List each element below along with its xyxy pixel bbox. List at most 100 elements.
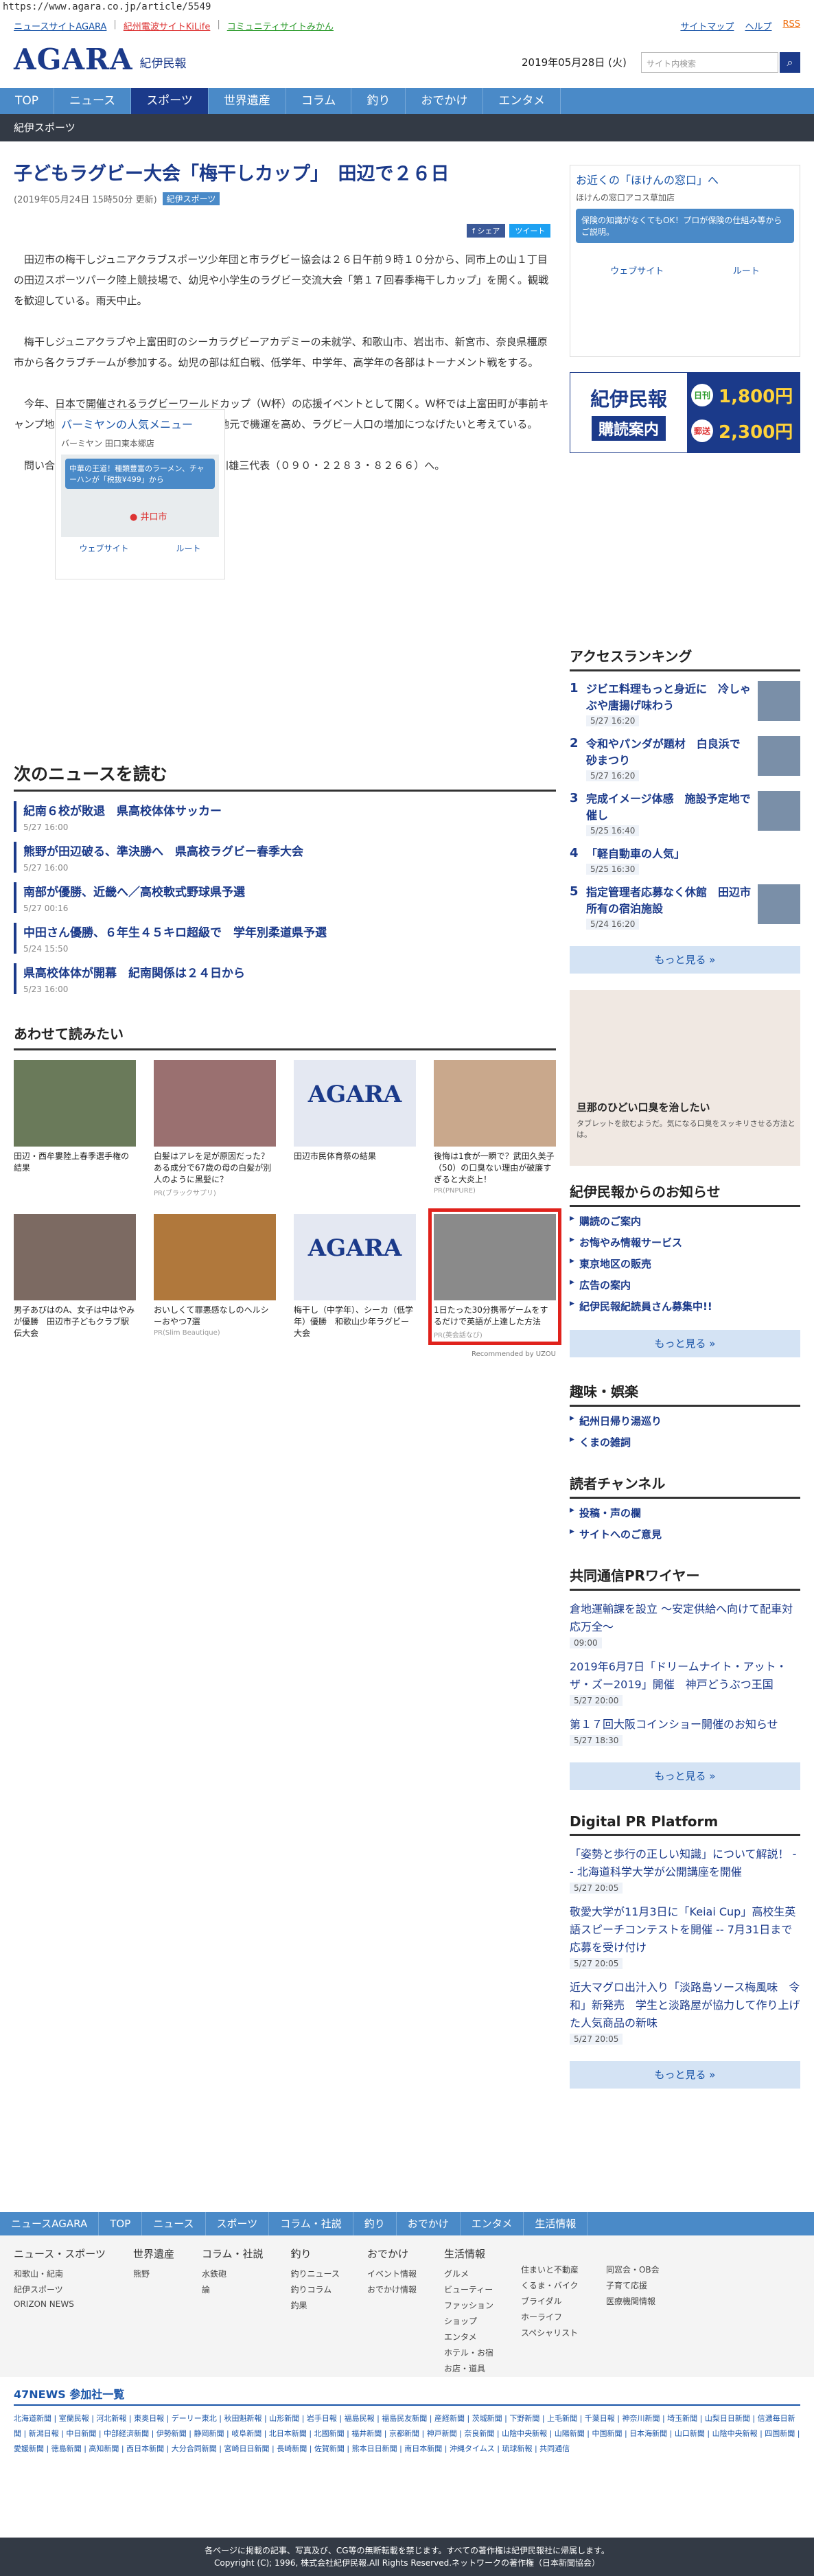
footer-link[interactable]: 医療機関情報 [606,2295,660,2307]
nav-news[interactable]: ニュース [54,88,132,114]
related-card[interactable]: おいしくて罪悪感なしのヘルシーおやつ7選 PR(Slim Beautique) [154,1214,276,1339]
ranking-more-button[interactable]: もっと見る » [570,946,800,974]
ad-hoken[interactable]: お近くの「ほけんの窓口」へ ほけんの窓口アコス草加店 保険の知識がなくてもOK！… [570,165,800,357]
footer-link[interactable]: ファッション [444,2299,493,2311]
prwire-item[interactable]: 倉地運輸課を設立 ～安定供給へ向けて配車対応万全～ 09:00 [570,1600,800,1648]
footer-nav-item[interactable]: おでかけ [397,2212,461,2235]
prwire-more-button[interactable]: もっと見る » [570,1762,800,1790]
reader-link[interactable]: 投稿・声の欄 [570,1506,800,1520]
ranking-item[interactable]: 5 指定管理者応募なく休館 田辺市所有の宿泊施設 5/24 16:20 [570,884,800,930]
subscription-banner[interactable]: 紀伊民報 購読案内 日刊 1,800円 郵送 2,300円 [570,372,800,453]
footer-link[interactable]: ビューティー [444,2284,493,2295]
nav-outing[interactable]: おでかけ [406,88,484,114]
list-item[interactable]: 中田さん優勝、６年生４５キロ超級で 学年別柔道県予選 5/24 15:50 [14,923,556,954]
sitemap-link[interactable]: サイトマップ [680,19,734,32]
47news-papers[interactable]: 北海道新聞 | 室蘭民報 | 河北新報 | 東奥日報 | デーリー東北 | 秋田… [14,2411,800,2457]
footer-nav-item[interactable]: スポーツ [206,2212,270,2235]
twitter-share-button[interactable]: ツイート [509,224,551,238]
related-card[interactable]: 男子あびはのA、女子は中はやみが優勝 田辺市子どもクラブ駅伝大会 [14,1214,136,1339]
footer-link[interactable]: 釣りニュース [291,2268,340,2279]
ranking-item[interactable]: 2 令和やパンダが題材 白良浜で砂まつり 5/27 16:20 [570,736,800,781]
help-link[interactable]: ヘルプ [745,19,771,32]
footer-link[interactable]: ホーライフ [521,2311,579,2323]
ad-route-link[interactable]: ルート [733,264,760,277]
list-item[interactable]: 紀南６校が敗退 県高校体体サッカー 5/27 16:00 [14,801,556,832]
footer-link[interactable]: 同窓会・OB会 [606,2264,660,2275]
search-input[interactable]: サイト内検索 [641,52,778,73]
ranking-item[interactable]: 1 ジビエ料理もっと身近に 冷しゃぶや唐揚げ味わう 5/27 16:20 [570,681,800,726]
ad-route-link[interactable]: ルート [176,542,200,554]
footer-link[interactable]: 論 [202,2284,264,2295]
rss-link[interactable]: RSS [782,19,800,32]
footer-link[interactable]: ブライダル [521,2295,579,2307]
footer-link[interactable]: 釣果 [291,2299,340,2311]
footer-link[interactable]: 子育て応援 [606,2279,660,2291]
sub-nav-item[interactable]: 紀伊スポーツ [0,114,814,141]
hobby-link[interactable]: 紀州日帰り湯巡り [570,1414,800,1428]
toplink-agara[interactable]: ニュースサイトAGARA [14,19,106,32]
dpr-item[interactable]: 近大マグロ出汁入り「淡路島ソース梅風味 令和」新発売 学生と淡路屋が協力して作り… [570,1979,800,2045]
footer-link[interactable]: お店・道具 [444,2362,493,2374]
notice-link[interactable]: 紀伊民報紀読員さん募集中!! [570,1299,800,1313]
footer-nav-item[interactable]: ニュース [142,2212,206,2235]
hobby-link[interactable]: くまの雑詞 [570,1435,800,1449]
nav-entame[interactable]: エンタメ [483,88,561,114]
dpr-more-button[interactable]: もっと見る » [570,2061,800,2089]
search-button[interactable]: ⌕ [780,52,800,73]
footer-link[interactable]: 住まいと不動産 [521,2264,579,2275]
nav-sports[interactable]: スポーツ [131,88,209,114]
list-item[interactable]: 南部が優勝、近畿へ／高校軟式野球県予選 5/27 00:16 [14,882,556,913]
footer-link[interactable]: くるま・バイク [521,2279,579,2291]
prwire-item[interactable]: 第１７回大阪コインショー開催のお知らせ 5/27 18:30 [570,1716,800,1746]
dpr-item[interactable]: 敬愛大学が11月3日に「Keiai Cup」高校生英語スピーチコンテストを開催 … [570,1903,800,1969]
reader-link[interactable]: サイトへのご意見 [570,1527,800,1541]
nav-column[interactable]: コラム [286,88,352,114]
list-item[interactable]: 熊野が田辺破る、準決勝へ 県高校ラグビー春季大会 5/27 16:00 [14,842,556,873]
nav-heritage[interactable]: 世界遺産 [209,88,286,114]
footer-nav-item[interactable]: コラム・社説 [269,2212,353,2235]
footer-link[interactable]: イベント情報 [367,2268,417,2279]
list-item[interactable]: 県高校体体が開幕 紀南関係は２４日から 5/23 16:00 [14,963,556,994]
ad-website-link[interactable]: ウェブサイト [610,264,664,277]
footer-link[interactable]: 和歌山・紀南 [14,2268,106,2279]
prwire-item[interactable]: 2019年6月7日「ドリームナイト・アット・ザ・ズー2019」開催 神戸どうぶつ… [570,1658,800,1706]
footer-link[interactable]: ショップ [444,2315,493,2327]
footer-link[interactable]: ホテル・お宿 [444,2347,493,2358]
notice-link[interactable]: 広告の案内 [570,1278,800,1292]
footer-link[interactable]: グルメ [444,2268,493,2279]
dpr-item[interactable]: 「姿勢と歩行の正しい知識」について解説！ -- 北海道科学大学が公開講座を開催 5… [570,1845,800,1894]
ranking-item[interactable]: 4 「軽自動車の人気」 5/25 16:30 [570,846,800,875]
category-tag[interactable]: 紀伊スポーツ [162,192,220,205]
footer-link[interactable]: おでかけ情報 [367,2284,417,2295]
footer-link[interactable]: 釣りコラム [291,2284,340,2295]
nav-top[interactable]: TOP [0,88,55,114]
notice-link[interactable]: 東京地区の販売 [570,1256,800,1271]
related-card[interactable]: AGARA 田辺市民体育祭の結果 [294,1060,416,1197]
related-card[interactable]: 後悔は1食が一瞬で？武田久美子（50）の口臭ない理由が破廉すぎると大炎上！ PR(… [434,1060,556,1197]
related-card-highlighted[interactable]: 1日たった30分携帯ゲームをするだけで英語が上達した方法 PR(英会話なび) [428,1208,561,1345]
footer-nav-item[interactable]: 生活情報 [524,2212,588,2235]
toplink-kilife[interactable]: 紀州電波サイトKiLife [124,19,211,32]
related-card[interactable]: 白髪はアレを足が原因だった？ある成分で67歳の母の白髪が別人のように黒髪に？ PR… [154,1060,276,1197]
notice-link[interactable]: 購読のご案内 [570,1214,800,1228]
ad-breath[interactable]: 旦那のひどい口臭を治したい タブレットを飲むようだ。気になる口臭をスッキリさせる… [570,990,800,1166]
footer-link[interactable]: 水鉄砲 [202,2268,264,2279]
footer-nav-item[interactable]: エンタメ [461,2212,524,2235]
ranking-item[interactable]: 3 完成イメージ体感 施設予定地で催し 5/25 16:40 [570,791,800,836]
nav-fishing[interactable]: 釣り [351,88,406,114]
footer-link[interactable]: ORIZON NEWS [14,2299,106,2309]
facebook-share-button[interactable]: f シェア [467,224,506,238]
notice-link[interactable]: お悔やみ情報サービス [570,1235,800,1250]
related-card[interactable]: AGARA 梅干し（中学年）、シーカ（低学年）優勝 和歌山少年ラグビー大会 [294,1214,416,1339]
footer-link[interactable]: エンタメ [444,2331,493,2343]
footer-nav-item[interactable]: TOP [99,2212,143,2235]
notice-more-button[interactable]: もっと見る » [570,1330,800,1357]
ad-bamiyan[interactable]: バーミヤンの人気メニュー バーミヤン 田口東本郷店 中華の王道！種類豊富のラーメ… [55,409,225,579]
footer-link[interactable]: 紀伊スポーツ [14,2284,106,2295]
footer-nav-item[interactable]: ニュースAGARA [0,2212,100,2235]
footer-link[interactable]: 熊野 [133,2268,174,2279]
ad-website-link[interactable]: ウェブサイト [79,542,128,554]
footer-nav-item[interactable]: 釣り [353,2212,397,2235]
toplink-mikan[interactable]: コミュニティサイトみかん [227,19,334,32]
site-logo[interactable]: AGARA 紀伊民報 [14,43,187,76]
